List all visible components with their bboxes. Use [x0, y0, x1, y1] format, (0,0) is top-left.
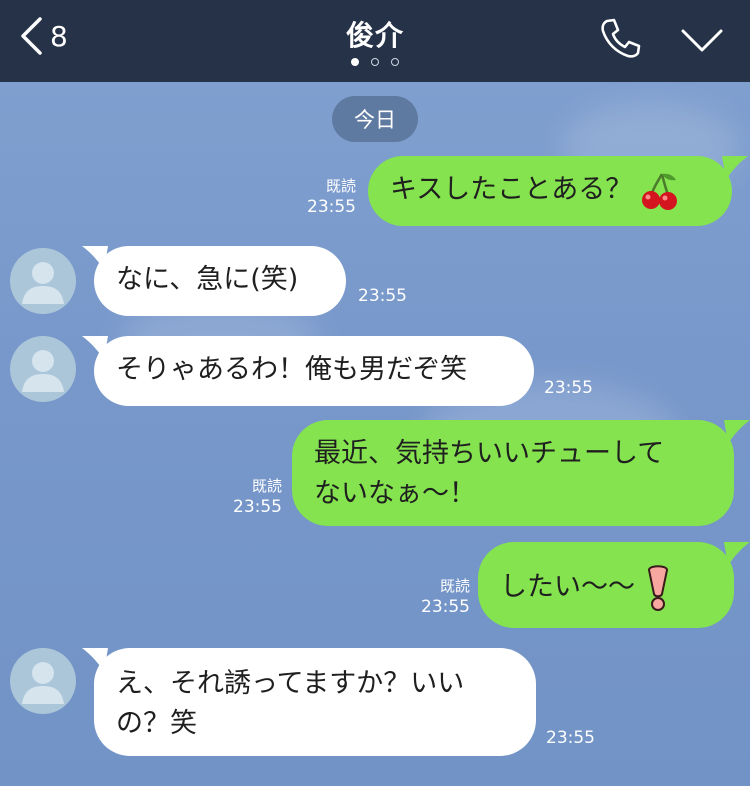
message-meta: 既読 23:55 [300, 176, 356, 218]
message-text: なに、急に(笑) [116, 264, 299, 295]
avatar[interactable] [10, 336, 76, 402]
incoming-message[interactable]: え、それ誘ってますか？いい の？笑 [94, 648, 536, 756]
message-list[interactable]: 今日 既読 23:55 キスしたことある？ なに、急に(笑) 23:55 そりゃ… [0, 82, 750, 786]
message-text-line: 最近、気持ちいいチューして [314, 438, 665, 469]
avatar[interactable] [10, 648, 76, 714]
message-time: 23:55 [544, 378, 593, 398]
default-avatar-icon [22, 262, 64, 304]
read-receipt: 既読 [439, 577, 470, 595]
incoming-message[interactable]: なに、急に(笑) [94, 246, 346, 316]
message-text: キスしたことある？ [390, 174, 633, 205]
message-time: 23:55 [358, 286, 407, 306]
message-text: そりゃあるわ！俺も男だぞ笑 [116, 354, 467, 385]
outgoing-message[interactable]: キスしたことある？ [368, 156, 732, 226]
message-time: 23:55 [307, 197, 356, 217]
bubble-tail [724, 542, 750, 566]
message-time: 23:55 [233, 497, 282, 517]
message-text-line: の？笑 [116, 708, 197, 739]
chat-header: 8 俊介 [0, 0, 750, 82]
default-avatar-icon [22, 662, 64, 704]
message-text: したい〜〜 [500, 571, 635, 603]
chevron-down-icon[interactable] [678, 22, 726, 58]
page-dot [391, 58, 399, 66]
page-dot [351, 58, 359, 66]
bubble-tail [724, 420, 750, 444]
default-avatar-icon [22, 350, 64, 392]
outgoing-message[interactable]: したい〜〜 [478, 542, 734, 628]
avatar[interactable] [10, 248, 76, 314]
incoming-message[interactable]: そりゃあるわ！俺も男だぞ笑 [94, 336, 534, 406]
message-meta: 既読 23:55 [414, 576, 470, 618]
message-text-line: ないなぁ〜！ [314, 478, 476, 509]
message-meta: 既読 23:55 [226, 476, 282, 518]
bubble-tail [722, 156, 748, 180]
read-receipt: 既読 [325, 177, 356, 195]
exclamation-icon [647, 565, 669, 611]
page-dot [371, 58, 379, 66]
message-time: 23:55 [546, 728, 595, 748]
outgoing-message[interactable]: 最近、気持ちいいチューして ないなぁ〜！ [292, 420, 734, 526]
phone-icon[interactable] [598, 16, 642, 60]
cherry-icon [642, 172, 678, 210]
message-time: 23:55 [421, 597, 470, 617]
read-receipt: 既読 [251, 477, 282, 495]
message-text-line: え、それ誘ってますか？いい [116, 668, 465, 699]
date-separator: 今日 [332, 96, 418, 142]
